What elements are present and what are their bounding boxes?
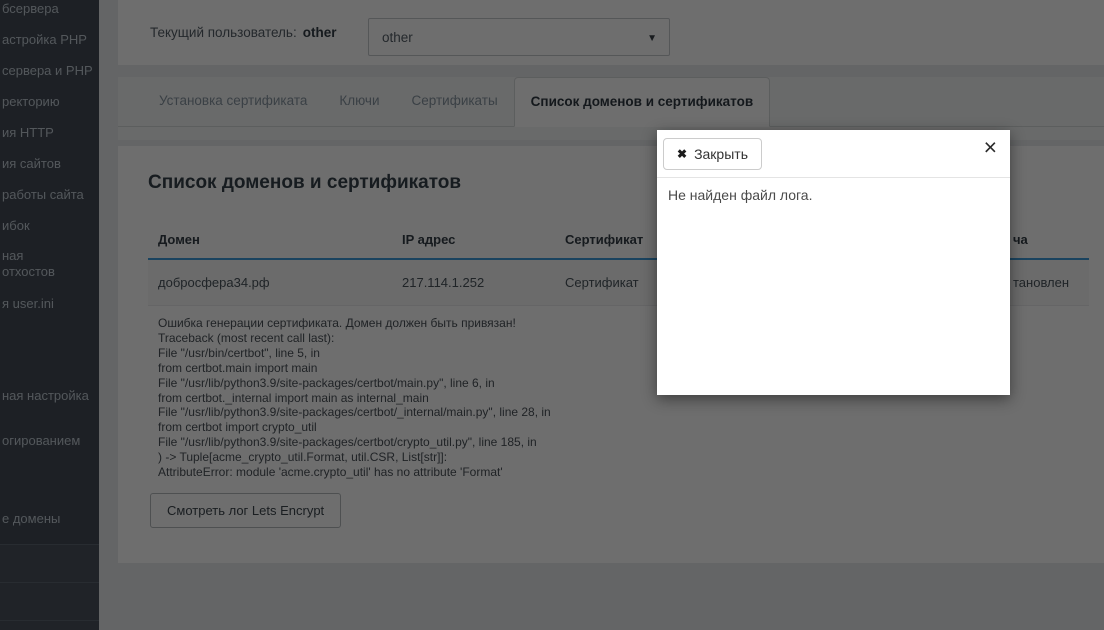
close-x-icon: ✖ <box>677 147 687 161</box>
modal-body: Не найден файл лога. <box>657 178 1010 212</box>
page: бсервера астройка PHP сервера и PHP рект… <box>0 0 1104 630</box>
close-icon[interactable]: × <box>984 136 997 159</box>
modal-close-button-label: Закрыть <box>694 146 748 162</box>
modal-header: ✖ Закрыть × <box>657 130 1010 178</box>
modal-message: Не найден файл лога. <box>668 187 812 203</box>
modal-close-button[interactable]: ✖ Закрыть <box>663 138 762 170</box>
log-modal: ✖ Закрыть × Не найден файл лога. <box>657 130 1010 395</box>
